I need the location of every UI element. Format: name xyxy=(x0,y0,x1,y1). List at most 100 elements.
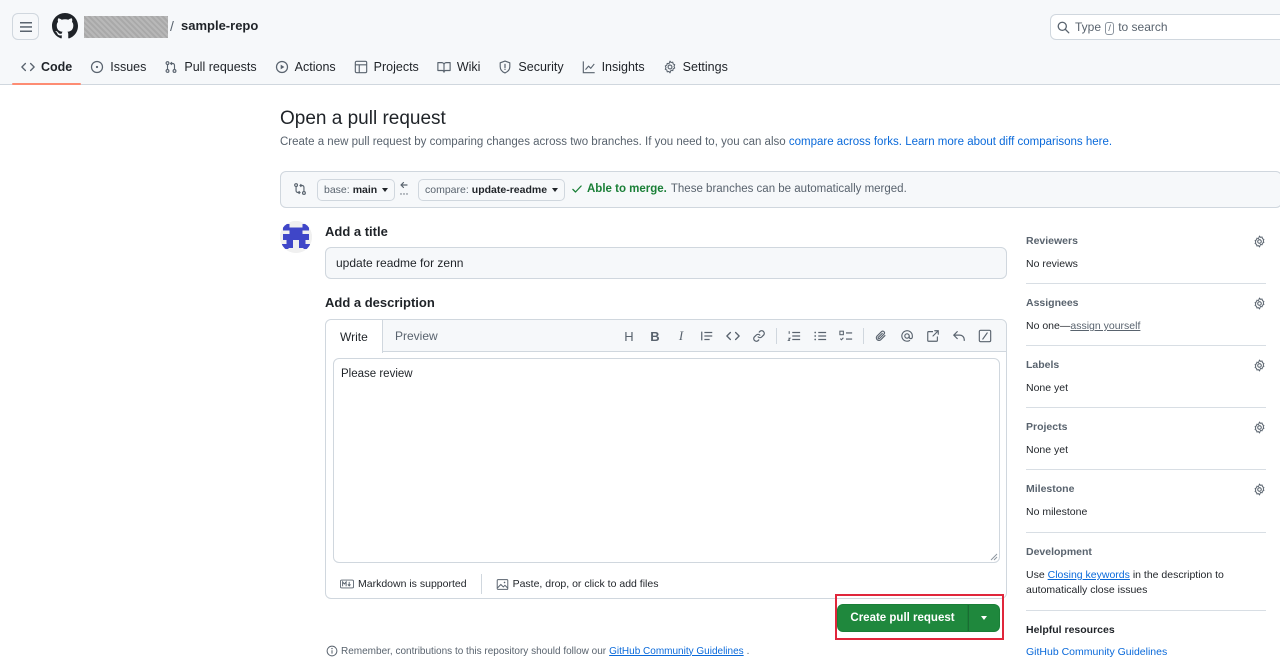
sidebar-assignees[interactable]: Assignees No one—assign yourself xyxy=(1026,286,1266,346)
italic-button[interactable]: I xyxy=(668,328,694,344)
cross-reference-button[interactable] xyxy=(920,328,946,344)
reviewers-heading: Reviewers xyxy=(1026,235,1078,247)
task-list-button[interactable] xyxy=(833,328,859,344)
merge-ok-text: Able to merge. xyxy=(587,183,667,195)
breadcrumb-separator: / xyxy=(170,18,174,34)
toolbar-divider xyxy=(776,328,777,344)
sidebar-projects[interactable]: Projects None yet xyxy=(1026,410,1266,470)
closing-keywords-link[interactable]: Closing keywords xyxy=(1048,569,1130,581)
numbered-list-button[interactable] xyxy=(781,328,807,344)
tab-preview[interactable]: Preview xyxy=(381,320,452,352)
menu-button[interactable] xyxy=(12,13,39,40)
book-icon xyxy=(437,61,451,73)
markdown-icon xyxy=(340,579,354,589)
tab-issues[interactable]: Issues xyxy=(81,50,155,83)
bold-button[interactable]: B xyxy=(642,328,668,344)
slash-command-button[interactable] xyxy=(972,328,998,344)
owner-name-redacted[interactable] xyxy=(84,16,168,38)
code-icon xyxy=(726,331,740,341)
description-textarea[interactable]: Please review xyxy=(333,358,1000,563)
search-input[interactable]: Type / to search xyxy=(1050,14,1280,40)
tasklist-icon xyxy=(839,330,853,341)
milestone-value: No milestone xyxy=(1026,506,1088,518)
markdown-supported-link[interactable]: Markdown is supported xyxy=(326,578,481,590)
base-branch-name: main xyxy=(352,184,378,196)
tab-settings[interactable]: Settings xyxy=(654,50,737,83)
base-branch-select[interactable]: base: main xyxy=(317,179,396,201)
milestone-heading: Milestone xyxy=(1026,483,1075,495)
tab-code[interactable]: Code xyxy=(12,50,82,85)
tab-write[interactable]: Write xyxy=(326,320,383,353)
gear-icon xyxy=(664,60,675,73)
sidebar-labels[interactable]: Labels None yet xyxy=(1026,348,1266,408)
heading-button[interactable]: H xyxy=(616,328,642,344)
description-label: Add a description xyxy=(325,295,435,310)
gear-icon[interactable] xyxy=(1253,421,1266,434)
tab-actions-label: Actions xyxy=(294,59,336,74)
reply-icon xyxy=(953,331,965,341)
community-guidelines-link[interactable]: GitHub Community Guidelines xyxy=(609,646,744,657)
link-icon xyxy=(753,330,765,342)
shield-icon xyxy=(500,59,511,74)
gear-icon[interactable] xyxy=(1253,483,1266,496)
list-ordered-icon xyxy=(787,331,801,341)
bullet-list-button[interactable] xyxy=(807,328,833,344)
attach-files-area[interactable]: Paste, drop, or click to add files xyxy=(482,578,673,591)
reminder-text: Remember, contributions to this reposito… xyxy=(341,645,607,657)
gear-icon[interactable] xyxy=(1253,235,1266,248)
tab-wiki[interactable]: Wiki xyxy=(428,50,490,83)
learn-more-diff-link[interactable]: Learn more about diff comparisons here. xyxy=(905,136,1112,148)
compare-branch-select[interactable]: compare: update-readme xyxy=(418,179,566,201)
search-placeholder: Type / to search xyxy=(1075,19,1168,35)
caret-down-icon xyxy=(981,616,987,620)
repo-name-link[interactable]: sample-repo xyxy=(181,18,258,33)
merge-message: These branches can be automatically merg… xyxy=(670,183,907,195)
create-pull-request-button[interactable]: Create pull request xyxy=(837,604,968,632)
projects-value: None yet xyxy=(1026,444,1069,456)
create-options-dropdown[interactable] xyxy=(968,604,1000,632)
hamburger-icon xyxy=(19,21,32,32)
sidebar-guidelines-link[interactable]: GitHub Community Guidelines xyxy=(1026,645,1256,660)
mention-icon xyxy=(901,330,913,342)
subtitle-text: Create a new pull request by comparing c… xyxy=(280,136,786,148)
tab-code-label: Code xyxy=(41,59,73,74)
tab-projects-label: Projects xyxy=(373,59,419,74)
tab-projects[interactable]: Projects xyxy=(345,50,428,83)
gear-icon[interactable] xyxy=(1253,359,1266,372)
slash-square-icon xyxy=(978,329,992,343)
table-icon xyxy=(354,60,367,73)
title-input[interactable] xyxy=(325,247,1007,279)
github-logo-icon[interactable] xyxy=(52,13,78,39)
link-button[interactable] xyxy=(746,328,772,344)
sidebar-milestone[interactable]: Milestone No milestone xyxy=(1026,472,1266,533)
projects-heading: Projects xyxy=(1026,421,1068,433)
play-icon xyxy=(275,60,288,73)
tab-wiki-label: Wiki xyxy=(456,59,481,74)
avatar[interactable] xyxy=(280,221,312,253)
quote-icon xyxy=(701,331,713,341)
tab-pull-requests-label: Pull requests xyxy=(184,59,257,74)
paperclip-icon xyxy=(875,330,886,341)
quote-button[interactable] xyxy=(694,328,720,344)
code-button[interactable] xyxy=(720,328,746,344)
tab-actions[interactable]: Actions xyxy=(266,50,345,83)
tab-pull-requests[interactable]: Pull requests xyxy=(155,50,265,83)
repo-nav: Code Issues Pull requests Actions Projec… xyxy=(12,50,737,85)
tab-issues-label: Issues xyxy=(110,59,147,74)
tab-security[interactable]: Security xyxy=(489,50,572,83)
resize-handle-icon[interactable] xyxy=(990,553,998,561)
sidebar-reviewers[interactable]: Reviewers No reviews xyxy=(1026,224,1266,284)
sidebar-development: Development Use Closing keywords in the … xyxy=(1026,535,1266,611)
development-value: Use Closing keywords in the description … xyxy=(1026,568,1256,598)
gear-icon[interactable] xyxy=(1253,297,1266,310)
assign-yourself-link[interactable]: assign yourself xyxy=(1070,320,1140,332)
attach-files-label: Paste, drop, or click to add files xyxy=(512,578,659,590)
compare-across-forks-link[interactable]: compare across forks. xyxy=(789,136,902,148)
branch-compare-bar: base: main compare: update-readme Able t… xyxy=(280,171,1280,208)
mention-button[interactable] xyxy=(894,328,920,344)
attach-button[interactable] xyxy=(868,328,894,344)
reminder-suffix: . xyxy=(746,645,750,657)
markdown-toolbar: H B I xyxy=(616,328,998,344)
tab-insights[interactable]: Insights xyxy=(573,50,654,83)
saved-reply-button[interactable] xyxy=(946,328,972,344)
